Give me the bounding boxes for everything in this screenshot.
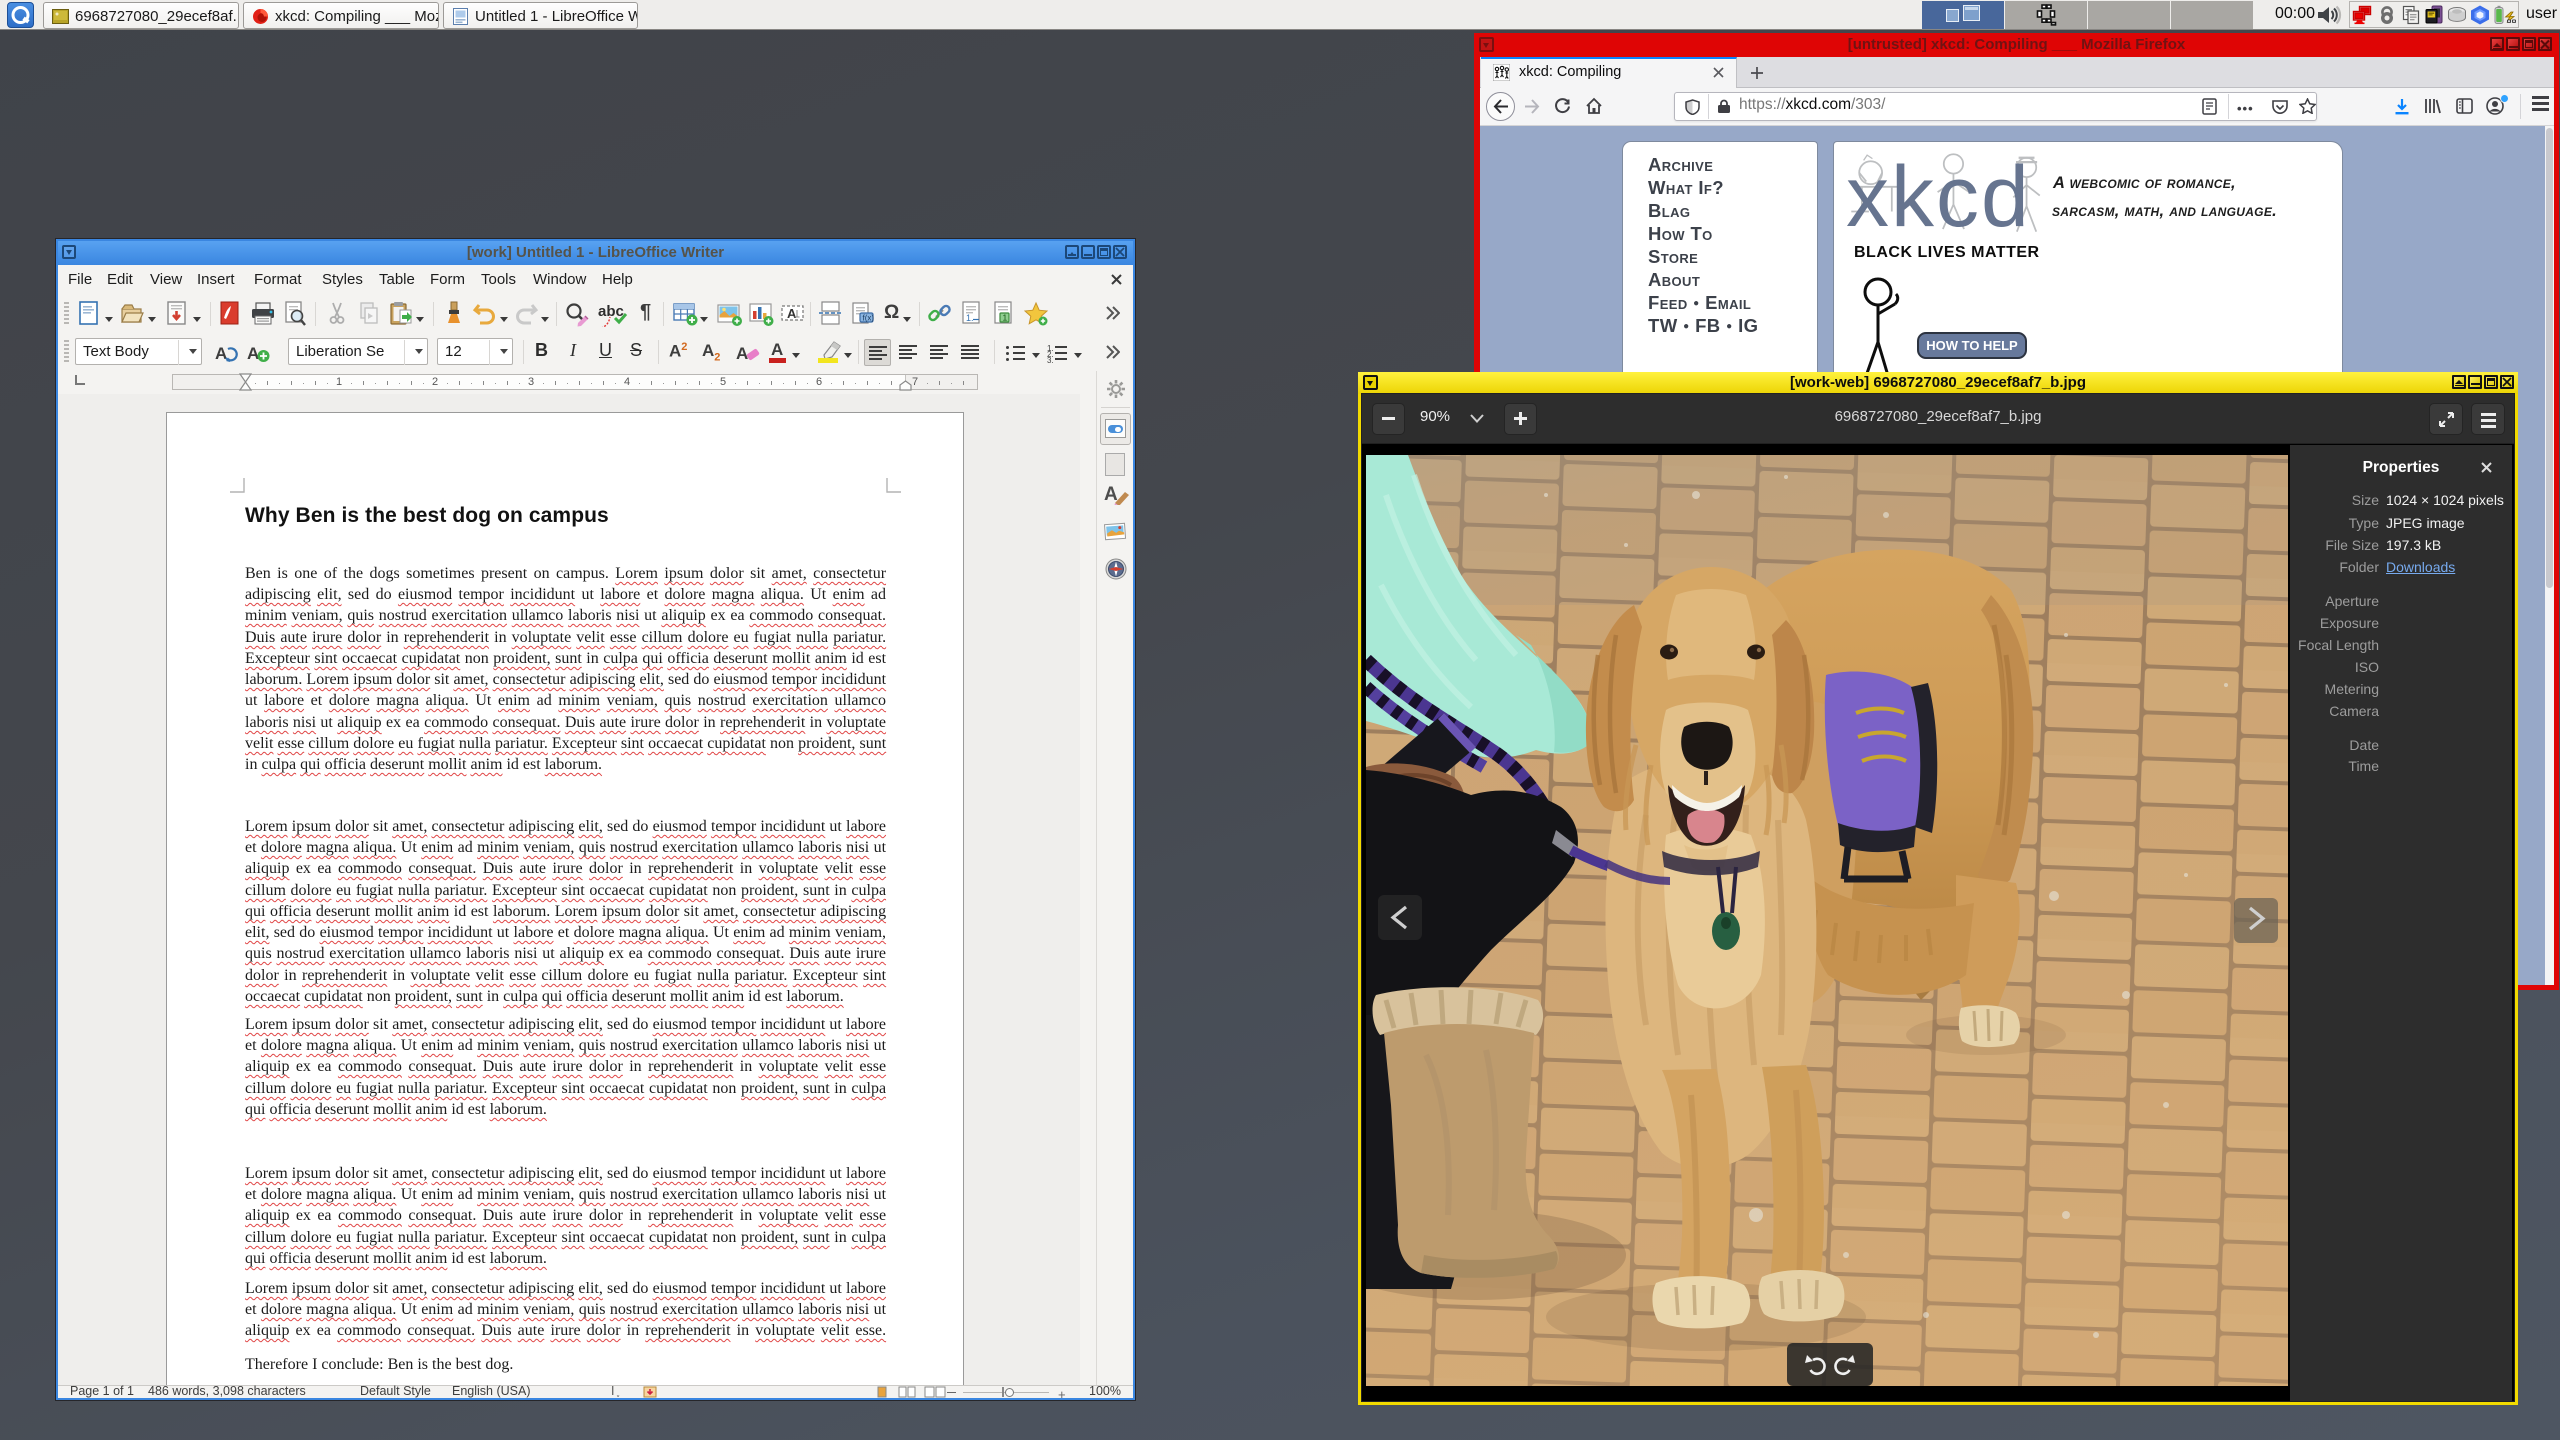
svg-text:1.: 1.: [966, 313, 974, 323]
svg-text:1: 1: [1003, 313, 1008, 323]
svg-text:A: A: [215, 344, 227, 363]
svg-text:A: A: [247, 344, 259, 363]
svg-text:A: A: [787, 306, 797, 321]
svg-text:A: A: [736, 344, 748, 363]
svg-text:f(x): f(x): [863, 314, 875, 323]
